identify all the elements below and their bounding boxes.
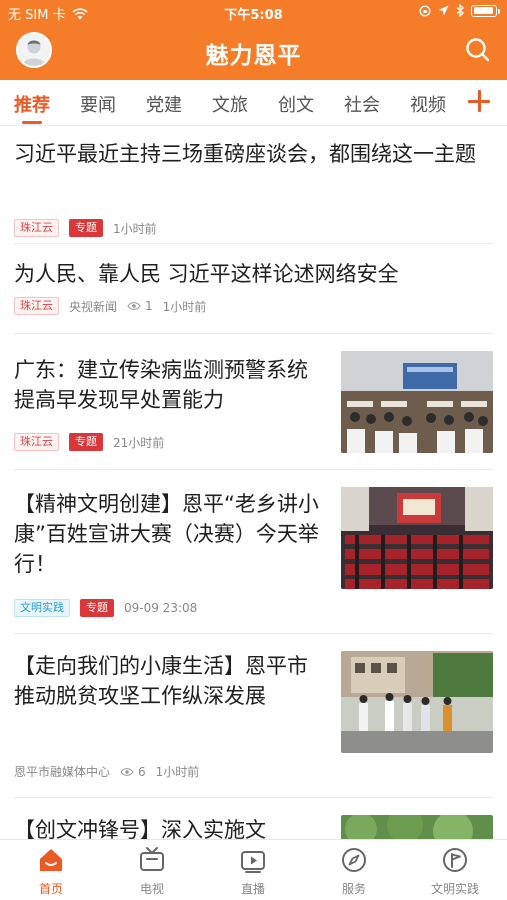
news-title: 【精神文明创建】恩平“老乡讲小康”百姓宣讲大赛（决赛）今天举行！: [14, 492, 319, 576]
news-title: 【走向我们的小康生活】恩平市推动脱贫攻坚工作纵深发展: [14, 654, 308, 708]
top-bar: 无 SIM 卡 下午5:08 魅力恩平: [0, 0, 507, 80]
tab-society[interactable]: 社会: [344, 91, 380, 117]
view-count: 6: [120, 765, 146, 779]
news-meta: 恩平市融媒体中心 6 1小时前: [14, 763, 199, 780]
nav-label: 文明实践: [430, 882, 479, 896]
tab-culture-travel[interactable]: 文旅: [212, 91, 248, 117]
category-tabs: 推荐 要闻 党建 文旅 创文 社会 视频: [0, 80, 507, 126]
auditorium-photo: [341, 487, 493, 589]
outdoor-group-photo: [341, 651, 493, 753]
active-tab-indicator: [22, 121, 42, 124]
bluetooth-icon: [456, 4, 464, 17]
nav-live[interactable]: 直播: [208, 846, 298, 897]
eye-icon: [127, 302, 141, 310]
topic-badge: 专题: [69, 219, 103, 237]
news-meta: 珠江云 央视新闻 1 1小时前: [14, 297, 206, 315]
tab-video[interactable]: 视频: [410, 91, 446, 117]
meeting-hall-photo: [341, 351, 493, 453]
source-badge: 珠江云: [14, 219, 59, 237]
nav-label: 首页: [38, 882, 63, 896]
home-icon: [40, 849, 62, 871]
author-label: 恩平市融媒体中心: [14, 765, 111, 779]
publish-time: 1小时前: [162, 299, 207, 314]
nav-label: 电视: [139, 882, 164, 896]
divider: [14, 469, 493, 470]
news-title: 习近平最近主持三场重磅座谈会，都围绕这一主题: [14, 142, 476, 166]
nav-label: 服务: [341, 882, 366, 896]
source-badge: 文明实践: [14, 599, 70, 617]
publish-time: 09-09 23:08: [124, 601, 198, 615]
view-count-value: 6: [138, 764, 146, 779]
tab-recommend[interactable]: 推荐: [14, 91, 50, 117]
divider: [14, 797, 493, 798]
app-header: 魅力恩平: [0, 24, 507, 80]
flag-icon: [443, 848, 467, 872]
bottom-nav: 首页 电视 直播 服务 文明实践: [0, 839, 507, 900]
nav-label: 直播: [240, 882, 265, 896]
source-badge: 珠江云: [14, 433, 59, 451]
compass-icon: [342, 848, 366, 872]
news-title: 广东：建立传染病监测预警系统 提高早发现早处置能力: [14, 358, 308, 412]
view-count: 1: [127, 299, 153, 313]
rotation-lock-icon: [419, 4, 431, 17]
park-photo: [341, 815, 493, 839]
news-meta: 珠江云 专题 1小时前: [14, 219, 157, 237]
topic-badge: 专题: [80, 599, 114, 617]
nav-tv[interactable]: 电视: [107, 846, 197, 897]
topic-badge: 专题: [69, 433, 103, 451]
location-icon: [438, 5, 449, 16]
news-meta: 珠江云 专题 21小时前: [14, 433, 164, 451]
battery-fill: [473, 7, 493, 14]
app-title: 魅力恩平: [205, 43, 302, 69]
author-label: 央视新闻: [69, 299, 118, 314]
nav-civilization-practice[interactable]: 文明实践: [410, 846, 500, 897]
news-item[interactable]: 习近平最近主持三场重磅座谈会，都围绕这一主题 珠江云 专题 1小时前: [14, 139, 493, 237]
news-title: 【创文冲锋号】深入实施文: [14, 818, 266, 839]
tv-icon: [140, 847, 164, 871]
news-thumbnail[interactable]: [341, 651, 493, 753]
divider: [14, 333, 493, 334]
news-title: 为人民、靠人民 习近平这样论述网络安全: [14, 262, 399, 286]
nav-home[interactable]: 首页: [6, 846, 96, 897]
divider: [14, 243, 493, 244]
nav-services[interactable]: 服务: [309, 846, 399, 897]
news-feed[interactable]: 习近平最近主持三场重磅座谈会，都围绕这一主题 珠江云 专题 1小时前 为人民、靠…: [0, 127, 507, 839]
publish-time: 1小时前: [155, 765, 200, 779]
status-bar: 无 SIM 卡 下午5:08: [0, 0, 507, 24]
live-video-icon: [241, 851, 265, 873]
view-count-value: 1: [145, 299, 153, 313]
tab-party[interactable]: 党建: [146, 91, 182, 117]
news-thumbnail[interactable]: [341, 487, 493, 589]
news-thumbnail[interactable]: [341, 815, 493, 839]
source-badge: 珠江云: [14, 297, 59, 315]
news-meta: 文明实践 专题 09-09 23:08: [14, 599, 197, 617]
search-icon[interactable]: [463, 35, 493, 65]
tab-news[interactable]: 要闻: [80, 91, 116, 117]
eye-icon: [120, 767, 134, 776]
news-thumbnail[interactable]: [341, 351, 493, 453]
plus-icon[interactable]: [467, 89, 491, 113]
publish-time: 21小时前: [113, 435, 165, 450]
publish-time: 1小时前: [113, 221, 157, 236]
tab-civilization[interactable]: 创文: [278, 91, 314, 117]
divider: [14, 633, 493, 634]
battery-icon: [471, 4, 500, 17]
news-item[interactable]: 为人民、靠人民 习近平这样论述网络安全 珠江云 央视新闻 1 1小时前: [14, 259, 493, 315]
